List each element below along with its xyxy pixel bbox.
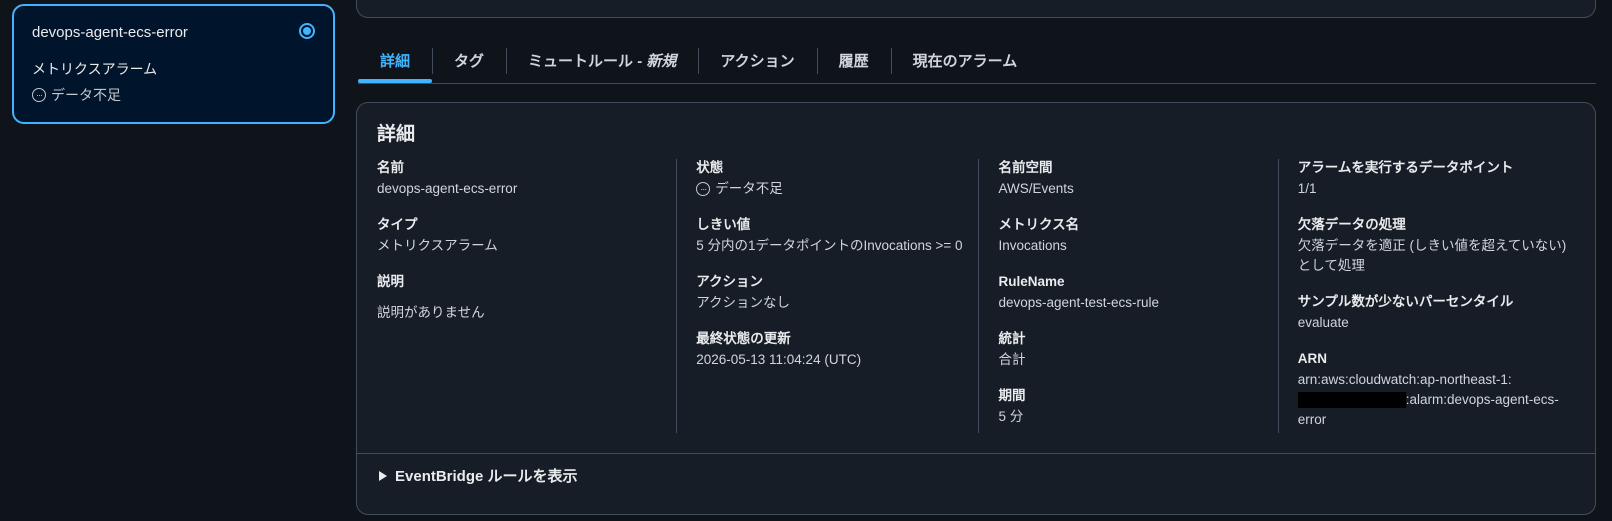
- alarm-card-type: メトリクスアラーム: [32, 61, 158, 77]
- cloudwatch-alarm-page: devops-agent-ecs-error メトリクスアラーム ··· データ…: [0, 0, 1612, 521]
- field-actions: アクション アクションなし: [696, 274, 791, 310]
- panel-divider: [357, 453, 1595, 454]
- detail-tabs: 詳細 タグ ミュートルール - 新規 アクション 履歴 現在のアラーム: [358, 44, 1596, 84]
- field-threshold: しきい値 5 分内の1データポイントのInvocations >= 0: [696, 217, 963, 253]
- tab-current-alarms[interactable]: 現在のアラーム: [890, 44, 1040, 83]
- alarm-card-state-label: データ不足: [51, 87, 121, 103]
- field-rule-name: RuleName devops-agent-test-ecs-rule: [998, 274, 1160, 310]
- field-missing-data: 欠落データの処理 欠落データを適正 (しきい値を超えていない)として処理: [1297, 217, 1567, 273]
- details-columns: 名前 devops-agent-ecs-error タイプ メトリクスアラーム …: [377, 159, 1577, 439]
- tab-history[interactable]: 履歴: [816, 44, 891, 83]
- redacted-account-id: [1297, 392, 1406, 409]
- field-type: タイプ メトリクスアラーム: [377, 217, 498, 253]
- details-title: 詳細: [377, 124, 416, 145]
- alarm-card-name: devops-agent-ecs-error: [32, 24, 188, 41]
- details-col-3: 名前空間 AWS/Events メトリクス名 Invocations RuleN…: [978, 159, 1277, 439]
- details-col-2: 状態 ··· データ不足 しきい値 5 分内の1データポイントのInvocati…: [676, 159, 978, 439]
- tab-tags[interactable]: タグ: [432, 44, 506, 83]
- details-col-4: アラームを実行するデータポイント 1/1 欠落データの処理 欠落データを適正 (…: [1277, 159, 1577, 439]
- caret-right-icon: [379, 470, 387, 481]
- insufficient-data-icon: ···: [32, 88, 46, 102]
- field-last-updated: 最終状態の更新 2026-05-13 11:04:24 (UTC): [696, 331, 862, 367]
- field-metric-name: メトリクス名 Invocations: [998, 217, 1080, 253]
- field-state: 状態 ··· データ不足: [696, 160, 783, 196]
- tab-new-badge: 新規: [646, 53, 677, 70]
- field-namespace: 名前空間 AWS/Events: [998, 160, 1074, 196]
- eventbridge-rule-expander[interactable]: EventBridge ルールを表示: [379, 465, 578, 486]
- tab-mute-rules[interactable]: ミュートルール - 新規: [506, 44, 698, 83]
- insufficient-data-icon: ···: [696, 182, 711, 196]
- tab-details[interactable]: 詳細: [358, 44, 433, 83]
- details-col-1: 名前 devops-agent-ecs-error タイプ メトリクスアラーム …: [377, 159, 676, 439]
- field-datapoints: アラームを実行するデータポイント 1/1: [1297, 160, 1514, 196]
- field-name: 名前 devops-agent-ecs-error: [377, 160, 518, 196]
- radio-selected-icon[interactable]: [299, 23, 315, 39]
- alarm-card-state: ··· データ不足: [32, 85, 315, 105]
- tab-actions[interactable]: アクション: [698, 44, 816, 83]
- field-arn: ARN arn:aws:cloudwatch:ap-northeast-1::a…: [1297, 351, 1559, 427]
- field-low-sample-percentile: サンプル数が少ないパーセンタイル evaluate: [1297, 294, 1514, 330]
- field-period: 期間 5 分: [998, 388, 1026, 424]
- alarm-card-selected[interactable]: devops-agent-ecs-error メトリクスアラーム ··· データ…: [12, 4, 335, 124]
- field-statistic: 統計 合計: [998, 331, 1026, 367]
- field-description: 説明 説明がありません: [377, 274, 485, 320]
- upper-panel: [356, 0, 1596, 18]
- details-panel: 詳細 名前 devops-agent-ecs-error タイプ メトリクスアラ…: [356, 102, 1596, 515]
